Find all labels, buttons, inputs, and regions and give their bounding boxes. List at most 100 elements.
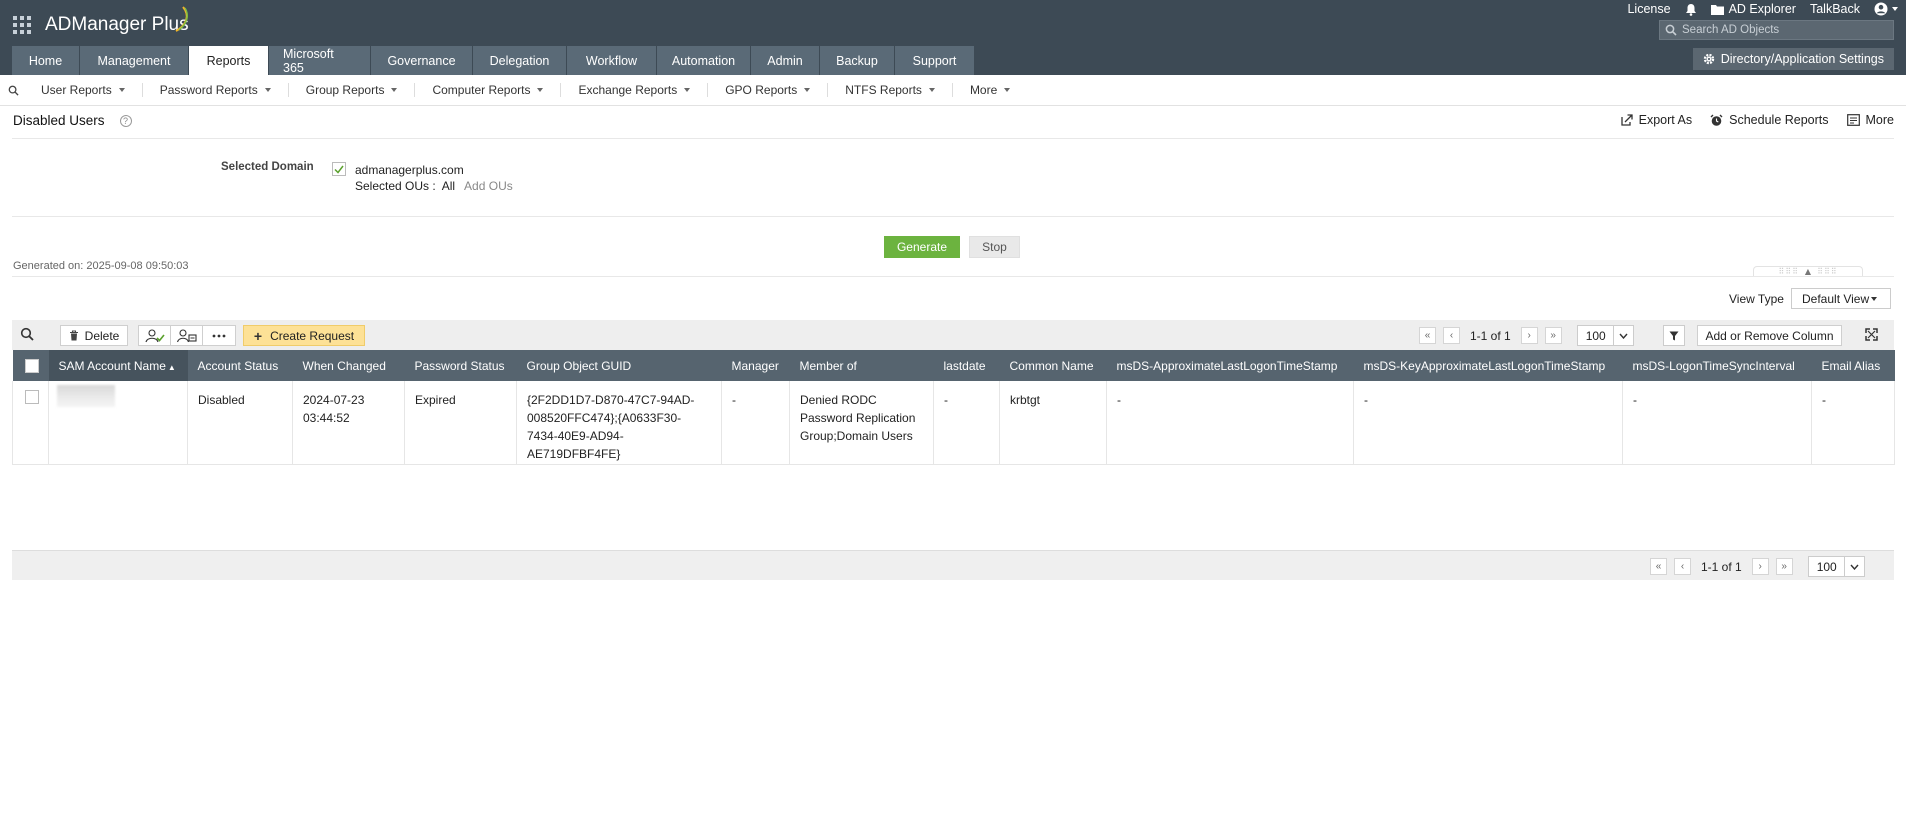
- col-label: SAM Account Name: [58, 358, 166, 373]
- select-all-checkbox[interactable]: [24, 358, 39, 373]
- nav-password-reports[interactable]: Password Reports: [143, 83, 289, 97]
- col-sam-account-name[interactable]: SAM Account Name ▲: [48, 350, 188, 381]
- tab-workflow[interactable]: Workflow: [567, 46, 656, 75]
- directory-settings-button[interactable]: Directory/Application Settings: [1692, 48, 1894, 70]
- next-page-icon[interactable]: ›: [1751, 558, 1769, 575]
- create-request-button[interactable]: + Create Request: [243, 325, 365, 346]
- ad-search-box[interactable]: [1659, 20, 1894, 40]
- add-remove-column-button[interactable]: Add or Remove Column: [1697, 325, 1842, 346]
- tab-microsoft-365[interactable]: Microsoft 365: [269, 46, 370, 75]
- report-table: SAM Account Name ▲ Account Status When Ch…: [12, 350, 1895, 465]
- bottom-pagination: « ‹ 1-1 of 1 › » 100: [1650, 556, 1865, 577]
- nav-more[interactable]: More: [953, 83, 1027, 97]
- first-page-icon[interactable]: «: [1650, 558, 1667, 575]
- logo-swoosh-icon: [175, 6, 188, 32]
- view-type-select[interactable]: Default View: [1791, 288, 1891, 309]
- more-actions-label: More: [1865, 113, 1894, 127]
- table-row[interactable]: Disabled 2024-07-23 03:44:52 Expired {2F2…: [12, 381, 1895, 465]
- more-options-button[interactable]: [203, 326, 235, 345]
- col-manager[interactable]: Manager: [721, 350, 790, 381]
- tab-automation[interactable]: Automation: [657, 46, 750, 75]
- app-name: ADManager Plus: [45, 14, 189, 35]
- filter-icon[interactable]: [1663, 325, 1685, 346]
- help-icon[interactable]: ?: [119, 114, 132, 127]
- page-size-select[interactable]: 100: [1807, 556, 1865, 577]
- license-link[interactable]: License: [1627, 2, 1670, 16]
- page-size-select[interactable]: 100: [1576, 325, 1634, 346]
- col-email-alias[interactable]: Email Alias: [1811, 350, 1895, 381]
- app-grid-icon[interactable]: [13, 16, 31, 34]
- chevron-up-icon: ▲: [1804, 267, 1812, 276]
- tab-backup[interactable]: Backup: [820, 46, 894, 75]
- nav-label: Group Reports: [305, 83, 385, 97]
- schedule-reports-button[interactable]: Schedule Reports: [1710, 113, 1829, 127]
- view-type-label: View Type: [1729, 292, 1784, 306]
- selected-domain-label: Selected Domain: [221, 161, 314, 173]
- col-when-changed[interactable]: When Changed: [292, 350, 405, 381]
- ad-search-input[interactable]: [1682, 24, 1882, 36]
- col-member-of[interactable]: Member of: [789, 350, 934, 381]
- col-logon-sync-interval[interactable]: msDS-LogonTimeSyncInterval: [1622, 350, 1812, 381]
- tab-delegation[interactable]: Delegation: [473, 46, 566, 75]
- enable-user-button[interactable]: [139, 326, 171, 345]
- chevron-down-icon: [391, 88, 398, 92]
- col-lastdate[interactable]: lastdate: [933, 350, 1000, 381]
- last-page-icon[interactable]: »: [1775, 558, 1793, 575]
- user-avatar-icon: [1874, 2, 1888, 16]
- col-account-status[interactable]: Account Status: [187, 350, 293, 381]
- tab-governance[interactable]: Governance: [371, 46, 472, 75]
- alarm-clock-icon: [1710, 114, 1723, 126]
- row-checkbox[interactable]: [25, 389, 39, 404]
- selected-ous-value: All: [441, 179, 456, 193]
- first-page-icon[interactable]: «: [1419, 327, 1436, 344]
- tab-support[interactable]: Support: [895, 46, 974, 75]
- tab-reports[interactable]: Reports: [189, 46, 268, 75]
- col-common-name[interactable]: Common Name: [999, 350, 1107, 381]
- trash-icon: [69, 330, 78, 341]
- nav-exchange-reports[interactable]: Exchange Reports: [561, 83, 709, 97]
- nav-ntfs-reports[interactable]: NTFS Reports: [828, 83, 953, 97]
- report-search-icon[interactable]: [2, 75, 24, 106]
- fullscreen-icon[interactable]: [1865, 328, 1878, 344]
- domain-checkbox[interactable]: [332, 162, 346, 176]
- more-actions-button[interactable]: More: [1846, 113, 1894, 127]
- chevron-down-icon: [264, 88, 271, 92]
- nav-label: NTFS Reports: [845, 83, 922, 97]
- nav-group-reports[interactable]: Group Reports: [289, 83, 416, 97]
- ad-explorer-link[interactable]: AD Explorer: [1710, 2, 1796, 16]
- nav-user-reports[interactable]: User Reports: [24, 83, 143, 97]
- nav-computer-reports[interactable]: Computer Reports: [415, 83, 562, 97]
- export-as-button[interactable]: Export As: [1620, 113, 1692, 127]
- col-group-object-guid[interactable]: Group Object GUID: [516, 350, 722, 381]
- checkmark-icon: [334, 165, 344, 174]
- cell-sam-account-name[interactable]: [48, 381, 188, 465]
- top-header: ADManager Plus License AD Explorer TalkB…: [0, 0, 1906, 75]
- chevron-down-icon: [1004, 88, 1011, 92]
- tab-admin[interactable]: Admin: [751, 46, 819, 75]
- col-key-approx-last-logon[interactable]: msDS-KeyApproximateLastLogonTimeStamp: [1353, 350, 1623, 381]
- table-search-icon[interactable]: [20, 327, 34, 344]
- nav-gpo-reports[interactable]: GPO Reports: [708, 83, 829, 97]
- collapse-handle[interactable]: ⠿⠿⠿ ▲ ⠿⠿⠿: [1753, 266, 1863, 276]
- tab-management[interactable]: Management: [80, 46, 188, 75]
- col-password-status[interactable]: Password Status: [404, 350, 517, 381]
- prev-page-icon[interactable]: ‹: [1674, 558, 1691, 575]
- prev-page-icon[interactable]: ‹: [1443, 327, 1460, 344]
- talkback-link[interactable]: TalkBack: [1810, 2, 1860, 16]
- app-logo[interactable]: ADManager Plus: [45, 6, 189, 36]
- col-approx-last-logon[interactable]: msDS-ApproximateLastLogonTimeStamp: [1106, 350, 1354, 381]
- delete-button[interactable]: Delete: [60, 325, 128, 346]
- bell-icon[interactable]: [1685, 3, 1697, 16]
- tab-home[interactable]: Home: [12, 46, 79, 75]
- generate-button[interactable]: Generate: [884, 236, 960, 258]
- sort-asc-icon: ▲: [167, 362, 176, 372]
- stop-button[interactable]: Stop: [969, 236, 1020, 258]
- next-page-icon[interactable]: ›: [1520, 327, 1538, 344]
- move-user-button[interactable]: [171, 326, 203, 345]
- last-page-icon[interactable]: »: [1544, 327, 1562, 344]
- add-ous-link[interactable]: Add OUs: [464, 179, 513, 193]
- main-tabs: Home Management Reports Microsoft 365 Go…: [12, 46, 975, 75]
- user-menu[interactable]: [1874, 2, 1898, 16]
- row-select-cell: [12, 381, 49, 465]
- delete-label: Delete: [84, 328, 120, 343]
